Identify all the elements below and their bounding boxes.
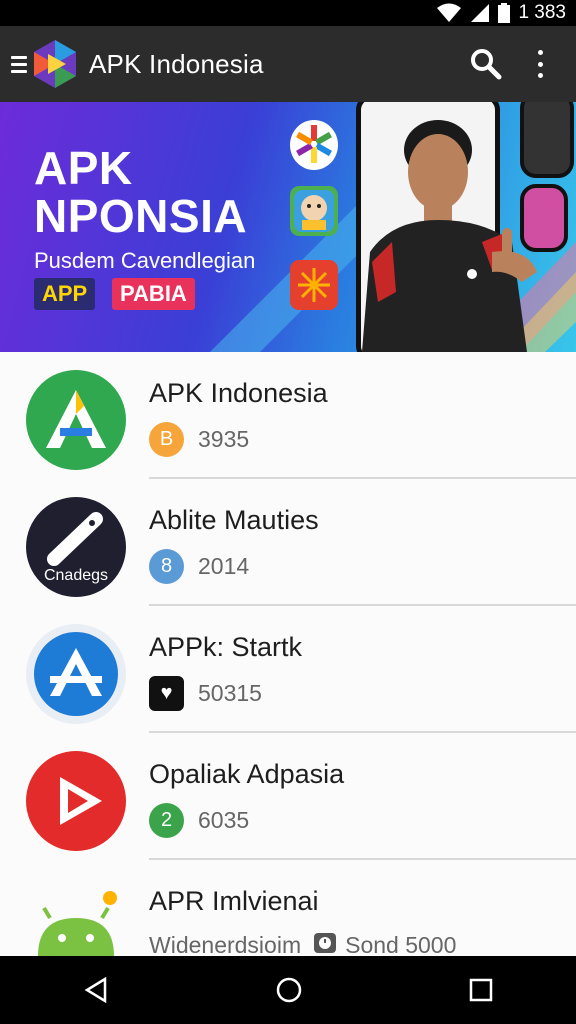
app-developer: Widenerdsioim [149,931,302,957]
phone-mockup-right [520,184,568,252]
banner-tag-app: APP [34,278,96,310]
apk-indonesia-app-icon [26,370,126,470]
status-time: 1 383 [518,2,566,23]
promo-banner[interactable]: APK NPONSIA Pusdem Cavendlegian APP PABI… [0,102,576,352]
status-bar: 1 383 [0,0,576,26]
app-meta: Widenerdsioim Sond 5000 [149,930,457,957]
app-name: Opaliak Adpasia [149,759,345,789]
menu-icon[interactable] [11,55,27,73]
cartoon-app-icon [290,186,338,236]
navigation-bar [0,956,576,1024]
list-item[interactable]: Cnadegs Ablite Mauties 8 2014 [0,479,576,606]
app-meta: 2 6035 [149,803,249,838]
android-icon [26,878,126,956]
app-bar: APK Indonesia [0,26,576,102]
more-vert-icon[interactable] [535,50,545,78]
download-count: 6035 [198,807,250,833]
rating-badge: 2 [149,803,184,838]
recents-icon[interactable] [469,978,493,1002]
app-size: Sond 5000 [345,931,457,957]
banner-subtitle: Pusdem Cavendlegian [34,248,256,273]
search-icon[interactable] [469,47,503,81]
signal-icon [470,3,490,23]
ablite-app-icon: Cnadegs [26,497,126,597]
list-item[interactable]: APPk: Startk ♥ 50315 [0,606,576,733]
battery-icon [498,3,511,23]
wifi-icon [436,3,462,23]
download-count: 50315 [198,680,262,706]
alarm-icon [313,930,337,956]
heart-icon: ♥ [149,676,184,711]
list-item[interactable]: Opaliak Adpasia 2 6035 [0,733,576,860]
play-app-icon [26,751,126,851]
list-item[interactable]: APR Imlvienai Widenerdsioim Sond 5000 [0,860,576,956]
home-icon[interactable] [275,976,303,1004]
app-name: Ablite Mauties [149,505,319,535]
pinwheel-app-icon [290,120,338,170]
back-icon[interactable] [83,977,109,1003]
app-meta: ♥ 50315 [149,676,262,711]
download-count: 2014 [198,553,250,579]
app-meta: 8 2014 [149,549,249,584]
rating-badge: 8 [149,549,184,584]
rating-badge: B [149,422,184,457]
app-meta: B 3935 [149,422,249,457]
app-icon-label: Cnadegs [43,567,109,584]
sunburst-app-icon [290,260,338,310]
download-count: 3935 [198,426,250,452]
phone-mockup-top-right [520,102,574,178]
app-logo-icon [33,39,77,89]
banner-tag-pabia: PABIA [112,278,195,310]
list-item[interactable]: APK Indonesia B 3935 [0,352,576,479]
app-name: APPk: Startk [149,632,303,662]
app-store-icon [26,624,126,724]
app-list: APK Indonesia B 3935 Cnadegs Ablite Maut… [0,352,576,956]
app-name: APK Indonesia [149,378,328,408]
app-title: APK Indonesia [89,48,264,79]
app-name: APR Imlvienai [149,886,319,916]
banner-title: APK NPONSIA [34,142,248,242]
